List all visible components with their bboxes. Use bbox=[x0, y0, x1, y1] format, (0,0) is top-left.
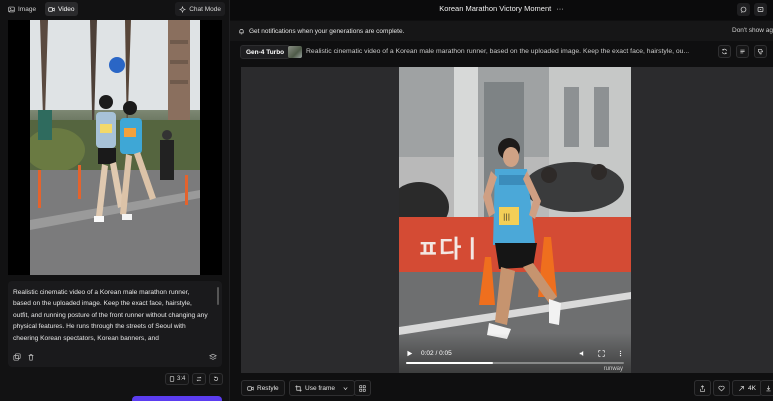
rerun-button[interactable] bbox=[718, 45, 731, 58]
swap-button[interactable] bbox=[192, 373, 207, 385]
upscale-4k-button[interactable]: 4K bbox=[732, 380, 762, 396]
notification-banner: Get notifications when your generations … bbox=[230, 21, 773, 41]
session-menu-icon[interactable]: ··· bbox=[556, 4, 564, 13]
aspect-ratio-button[interactable]: 3:4 bbox=[165, 373, 190, 385]
video-controls: 0:02 / 0:05 runway bbox=[399, 333, 631, 373]
video-icon bbox=[48, 6, 55, 12]
more-vertical-icon[interactable] bbox=[617, 350, 624, 357]
runway-watermark: runway bbox=[603, 366, 623, 372]
share-icon bbox=[700, 384, 705, 392]
bib-number: ||| bbox=[503, 213, 510, 221]
trash-icon[interactable] bbox=[27, 353, 35, 361]
aspect-ratio-icon bbox=[169, 376, 175, 382]
sparkle-icon bbox=[179, 5, 187, 13]
download-button[interactable] bbox=[760, 380, 773, 396]
app-root: Image Video Chat Mode Realistic cinemati… bbox=[0, 0, 773, 401]
prompt-card: Realistic cinematic video of a Korean ma… bbox=[8, 281, 222, 367]
video-camera-icon bbox=[247, 385, 254, 391]
details-button[interactable] bbox=[736, 45, 749, 58]
restyle-button[interactable]: Restyle bbox=[241, 380, 285, 396]
video-stage: ㅍ다ㅣ ||| 0:02 / 0:05 runway bbox=[241, 67, 773, 373]
chevron-down-icon[interactable] bbox=[342, 385, 349, 392]
refresh-icon bbox=[722, 48, 727, 55]
left-panel: Image Video Chat Mode Realistic cinemati… bbox=[0, 0, 230, 401]
grid-button[interactable] bbox=[354, 380, 371, 396]
mode-image-label: Image bbox=[18, 5, 37, 13]
restyle-label: Restyle bbox=[257, 384, 279, 392]
video-control-right bbox=[579, 349, 624, 357]
generate-button[interactable] bbox=[132, 396, 222, 401]
top-bar: Korean Marathon Victory Moment ··· bbox=[230, 0, 773, 20]
video-action-bar: Restyle Use frame 4K bbox=[241, 380, 773, 396]
chat-mode-label: Chat Mode bbox=[189, 5, 221, 13]
list-icon bbox=[740, 49, 745, 54]
input-thumbnail[interactable] bbox=[288, 46, 302, 58]
uploaded-image-frame bbox=[8, 20, 222, 275]
favorite-button[interactable] bbox=[713, 380, 730, 396]
thumbs-down-icon bbox=[758, 49, 764, 55]
model-badge: Gen-4 Turbo bbox=[240, 45, 291, 59]
volume-icon[interactable] bbox=[579, 350, 586, 357]
heart-icon bbox=[718, 385, 725, 391]
history-icon bbox=[757, 7, 764, 12]
upscale-4k-label: 4K bbox=[748, 384, 756, 392]
play-icon[interactable] bbox=[406, 350, 413, 357]
left-bottom-toolbar: 3:4 bbox=[165, 373, 224, 385]
chat-bubble-button[interactable] bbox=[737, 3, 750, 16]
prompt-scrollbar[interactable] bbox=[217, 287, 219, 305]
mode-video-tab[interactable]: Video bbox=[45, 2, 78, 16]
video-progress-fill bbox=[406, 362, 494, 364]
use-frame-label: Use frame bbox=[305, 384, 335, 392]
share-button[interactable] bbox=[694, 380, 711, 396]
layers-icon[interactable] bbox=[208, 353, 218, 361]
mode-image-tab[interactable]: Image bbox=[5, 2, 39, 16]
right-panel: Korean Marathon Victory Moment ··· Get n… bbox=[230, 0, 773, 401]
reset-button[interactable] bbox=[209, 373, 224, 385]
crop-frame-icon bbox=[295, 384, 302, 392]
video-frame-illustration: ㅍ다ㅣ ||| bbox=[399, 67, 631, 373]
copy-icon[interactable] bbox=[13, 353, 21, 361]
chat-bubble-icon bbox=[740, 6, 747, 13]
prompt-textarea[interactable]: Realistic cinematic video of a Korean ma… bbox=[13, 287, 209, 345]
grid-icon bbox=[359, 384, 366, 392]
image-icon bbox=[8, 6, 15, 12]
mode-switcher: Image Video Chat Mode bbox=[5, 2, 225, 16]
history-button[interactable] bbox=[754, 3, 767, 16]
upscale-icon bbox=[739, 385, 744, 391]
generation-prompt[interactable]: Realistic cinematic video of a Korean ma… bbox=[306, 48, 714, 55]
download-icon bbox=[766, 385, 771, 391]
swap-icon bbox=[196, 376, 202, 382]
banner-text: ㅍ다ㅣ bbox=[417, 235, 483, 263]
session-title[interactable]: Korean Marathon Victory Moment ··· bbox=[230, 4, 773, 13]
notification-text: Get notifications when your generations … bbox=[249, 27, 405, 35]
video-player[interactable]: ㅍ다ㅣ ||| 0:02 / 0:05 runway bbox=[399, 67, 631, 373]
dislike-button[interactable] bbox=[754, 45, 767, 58]
use-frame-button[interactable]: Use frame bbox=[289, 380, 355, 396]
video-progress-bar[interactable] bbox=[406, 362, 624, 364]
rotate-icon bbox=[214, 376, 219, 381]
aspect-ratio-label: 3:4 bbox=[177, 376, 186, 382]
bell-icon bbox=[239, 28, 244, 34]
dont-show-again-link[interactable]: Don't show ag bbox=[732, 27, 773, 34]
uploaded-runner-photo[interactable] bbox=[30, 20, 200, 275]
video-control-row: 0:02 / 0:05 bbox=[406, 348, 624, 358]
mode-video-label: Video bbox=[58, 5, 75, 13]
chat-mode-button[interactable]: Chat Mode bbox=[175, 2, 225, 16]
fullscreen-icon[interactable] bbox=[598, 349, 605, 357]
video-time: 0:02 / 0:05 bbox=[421, 349, 452, 357]
runner-photo-illustration bbox=[30, 20, 200, 275]
session-title-text: Korean Marathon Victory Moment bbox=[439, 4, 552, 13]
prompt-card-actions bbox=[13, 353, 35, 361]
generation-header: Gen-4 Turbo Realistic cinematic video of… bbox=[240, 44, 773, 60]
